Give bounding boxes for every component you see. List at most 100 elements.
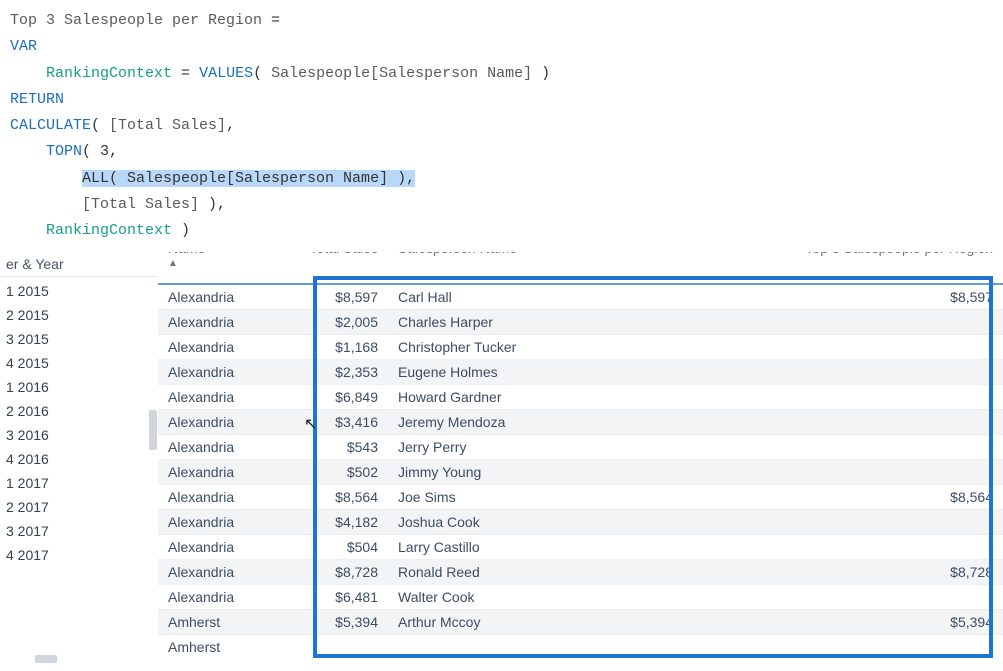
cell-total: $6,481 xyxy=(248,585,388,610)
cell-total: $3,416 xyxy=(248,410,388,435)
cell-name: Alexandria xyxy=(158,485,248,510)
equals-sign: = xyxy=(262,12,280,29)
cell-top3 xyxy=(548,310,1003,335)
cell-name: Alexandria xyxy=(158,335,248,360)
cell-top3: $5,394 xyxy=(548,610,1003,635)
highlighted-text: ALL( Salespeople[Salesperson Name] ), xyxy=(82,170,415,187)
cell-name: Alexandria xyxy=(158,310,248,335)
slicer-item[interactable]: 3 2015 xyxy=(0,327,157,351)
cell-person: Carl Hall xyxy=(388,284,548,310)
return-keyword: RETURN xyxy=(10,91,64,108)
table-row[interactable]: Alexandria$8,564Joe Sims$8,564 xyxy=(158,485,1003,510)
slicer-item[interactable]: 4 2017 xyxy=(0,543,157,567)
table-row[interactable]: Alexandria$502Jimmy Young xyxy=(158,460,1003,485)
cell-person: Christopher Tucker xyxy=(388,335,548,360)
slicer-item[interactable]: 3 2016 xyxy=(0,423,157,447)
cell-person: Larry Castillo xyxy=(388,535,548,560)
cell-name: Alexandria xyxy=(158,460,248,485)
col-salesperson[interactable]: Salesperson Name xyxy=(388,252,548,284)
slicer-header: er & Year xyxy=(0,252,157,277)
var-id: RankingContext xyxy=(46,65,172,82)
slicer-item[interactable]: 1 2016 xyxy=(0,375,157,399)
cell-person: Walter Cook xyxy=(388,585,548,610)
scrollbar-thumb-horizontal[interactable] xyxy=(35,655,57,663)
table-row[interactable]: Alexandria$6,849Howard Gardner xyxy=(158,385,1003,410)
cell-name: Alexandria xyxy=(158,585,248,610)
cell-top3 xyxy=(548,360,1003,385)
table-row[interactable]: Alexandria$4,182Joshua Cook xyxy=(158,510,1003,535)
var-keyword: VAR xyxy=(10,38,37,55)
cell-total: $502 xyxy=(248,460,388,485)
cell-name: Alexandria xyxy=(158,360,248,385)
cell-name: Alexandria xyxy=(158,435,248,460)
cell-person: Arthur Mccoy xyxy=(388,610,548,635)
cell-name: Alexandria xyxy=(158,510,248,535)
cell-total: $1,168 xyxy=(248,335,388,360)
cell-person: Joshua Cook xyxy=(388,510,548,535)
cell-top3 xyxy=(548,385,1003,410)
table-row[interactable]: Alexandria$6,481Walter Cook xyxy=(158,585,1003,610)
cell-person: Eugene Holmes xyxy=(388,360,548,385)
cell-top3 xyxy=(548,635,1003,660)
values-fn: VALUES xyxy=(199,65,253,82)
cell-name: Alexandria xyxy=(158,284,248,310)
slicer-item[interactable]: 2 2016 xyxy=(0,399,157,423)
cell-top3 xyxy=(548,335,1003,360)
table-row[interactable]: Alexandria$543Jerry Perry xyxy=(158,435,1003,460)
results-table[interactable]: Name ▲ Total Sales Salesperson Name Top … xyxy=(158,252,1003,671)
table-row[interactable]: Alexandria$1,168Christopher Tucker xyxy=(158,335,1003,360)
col-total-sales[interactable]: Total Sales xyxy=(248,252,388,284)
col-top3[interactable]: Top 3 Salespeople per Region xyxy=(548,252,1003,284)
table-row[interactable]: Alexandria$2,353Eugene Holmes xyxy=(158,360,1003,385)
cell-total: $504 xyxy=(248,535,388,560)
table-row[interactable]: Amherst xyxy=(158,635,1003,660)
cell-total: $2,005 xyxy=(248,310,388,335)
cell-total: $8,597 xyxy=(248,284,388,310)
cell-top3 xyxy=(548,535,1003,560)
formula-bar[interactable]: Top 3 Salespeople per Region = VAR Ranki… xyxy=(0,0,1003,252)
cell-name: Alexandria xyxy=(158,410,248,435)
cell-total xyxy=(248,635,388,660)
slicer-item[interactable]: 1 2017 xyxy=(0,471,157,495)
slicer-item[interactable]: 3 2017 xyxy=(0,519,157,543)
cell-person: Ronald Reed xyxy=(388,560,548,585)
topn-fn: TOPN xyxy=(46,143,82,160)
calculate-fn: CALCULATE xyxy=(10,117,91,134)
slicer-quarter-year[interactable]: er & Year 1 2015 2 2015 3 2015 4 2015 1 … xyxy=(0,252,158,671)
var-id-use: RankingContext xyxy=(46,222,172,239)
cell-person: Jeremy Mendoza xyxy=(388,410,548,435)
scrollbar-thumb-vertical[interactable] xyxy=(149,410,157,450)
slicer-item[interactable]: 2 2015 xyxy=(0,303,157,327)
cell-total: $5,394 xyxy=(248,610,388,635)
cell-top3 xyxy=(548,410,1003,435)
table-row[interactable]: Alexandria$504Larry Castillo xyxy=(158,535,1003,560)
topn-n: 3 xyxy=(100,143,109,160)
cell-person: Jimmy Young xyxy=(388,460,548,485)
table-row[interactable]: Alexandria$3,416Jeremy Mendoza xyxy=(158,410,1003,435)
table-body: Alexandria$8,597Carl Hall$8,597Alexandri… xyxy=(158,284,1003,659)
cell-total: $8,728 xyxy=(248,560,388,585)
cell-person xyxy=(388,635,548,660)
cell-name: Alexandria xyxy=(158,560,248,585)
cell-top3 xyxy=(548,510,1003,535)
slicer-item[interactable]: 4 2015 xyxy=(0,351,157,375)
cell-total: $6,849 xyxy=(248,385,388,410)
table-row[interactable]: Amherst$5,394Arthur Mccoy$5,394 xyxy=(158,610,1003,635)
measure-ref-2: [Total Sales] xyxy=(82,196,199,213)
col-ref: Salespeople[Salesperson Name] xyxy=(271,65,532,82)
slicer-item[interactable]: 2 2017 xyxy=(0,495,157,519)
cell-total: $2,353 xyxy=(248,360,388,385)
measure-name: Top 3 Salespeople per Region xyxy=(10,12,262,29)
col-name[interactable]: Name ▲ xyxy=(158,252,248,284)
slicer-item[interactable]: 4 2016 xyxy=(0,447,157,471)
table-row[interactable]: Alexandria$8,597Carl Hall$8,597 xyxy=(158,284,1003,310)
cell-top3 xyxy=(548,435,1003,460)
slicer-list: 1 2015 2 2015 3 2015 4 2015 1 2016 2 201… xyxy=(0,277,157,567)
table-row[interactable]: Alexandria$2,005Charles Harper xyxy=(158,310,1003,335)
cell-person: Howard Gardner xyxy=(388,385,548,410)
cell-top3 xyxy=(548,460,1003,485)
cell-person: Charles Harper xyxy=(388,310,548,335)
table-row[interactable]: Alexandria$8,728Ronald Reed$8,728 xyxy=(158,560,1003,585)
cell-total: $8,564 xyxy=(248,485,388,510)
slicer-item[interactable]: 1 2015 xyxy=(0,279,157,303)
